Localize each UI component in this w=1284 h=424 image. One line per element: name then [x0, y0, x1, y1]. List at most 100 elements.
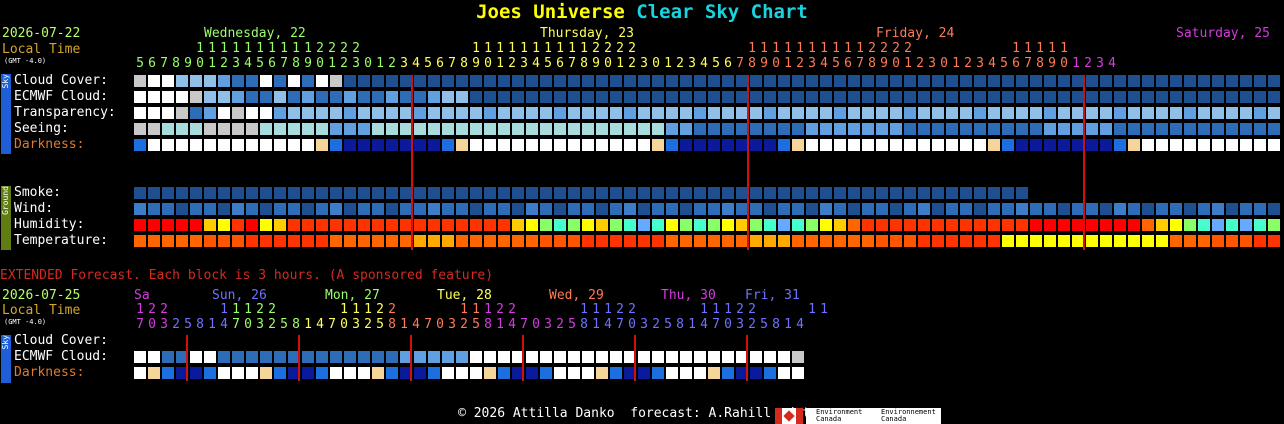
- forecast-cell: [540, 367, 552, 379]
- forecast-cell: [750, 123, 762, 135]
- forecast-cell: [960, 235, 972, 247]
- forecast-cell: [274, 187, 286, 199]
- forecast-cell: [582, 139, 594, 151]
- forecast-cell: [456, 75, 468, 87]
- forecast-cell: [932, 123, 944, 135]
- forecast-cell: [484, 107, 496, 119]
- forecast-cell: [792, 123, 804, 135]
- forecast-cell: [1254, 219, 1266, 231]
- forecast-cell: [1268, 203, 1280, 215]
- forecast-cell: [148, 203, 160, 215]
- forecast-cell: [582, 75, 594, 87]
- forecast-cell: [722, 203, 734, 215]
- forecast-cell: [1170, 107, 1182, 119]
- forecast-cell: [526, 187, 538, 199]
- forecast-cell: [904, 91, 916, 103]
- forecast-cell: [288, 107, 300, 119]
- forecast-cell: [372, 203, 384, 215]
- forecast-cell: [330, 351, 342, 363]
- forecast-cell: [316, 139, 328, 151]
- forecast-cell: [316, 351, 328, 363]
- forecast-cell: [1254, 91, 1266, 103]
- forecast-cell: [190, 91, 202, 103]
- forecast-cell: [1044, 219, 1056, 231]
- forecast-cell: [358, 351, 370, 363]
- forecast-cell: [988, 219, 1000, 231]
- forecast-cell: [1254, 75, 1266, 87]
- forecast-cell: [1240, 75, 1252, 87]
- forecast-cell: [470, 203, 482, 215]
- forecast-cell: [1268, 235, 1280, 247]
- hour-tens-row: 11111111112222 11111111112222 1111111111…: [196, 41, 1068, 56]
- forecast-cell: [722, 91, 734, 103]
- forecast-cell: [680, 367, 692, 379]
- forecast-cell: [344, 187, 356, 199]
- forecast-cell: [1044, 91, 1056, 103]
- forecast-cell: [1086, 107, 1098, 119]
- forecast-cell: [582, 367, 594, 379]
- forecast-cell: [484, 75, 496, 87]
- forecast-cell: [988, 107, 1000, 119]
- forecast-cell: [1128, 219, 1140, 231]
- ext-row-label-cloud-cover: Cloud Cover:: [14, 333, 108, 348]
- forecast-cell: [204, 219, 216, 231]
- forecast-cell: [442, 235, 454, 247]
- forecast-cell: [358, 235, 370, 247]
- forecast-cell: [498, 91, 510, 103]
- forecast-cell: [932, 235, 944, 247]
- forecast-cell: [1268, 75, 1280, 87]
- forecast-cell: [876, 235, 888, 247]
- forecast-cell: [918, 75, 930, 87]
- forecast-cell: [1044, 75, 1056, 87]
- forecast-cell: [218, 219, 230, 231]
- forecast-cell: [456, 187, 468, 199]
- local-time-label: Local Time: [2, 42, 81, 57]
- forecast-cell: [750, 107, 762, 119]
- forecast-cell: [540, 75, 552, 87]
- forecast-cell: [1114, 75, 1126, 87]
- forecast-cell: [134, 235, 146, 247]
- ext-day-wed: Wed, 29: [549, 288, 604, 303]
- forecast-cell: [512, 235, 524, 247]
- forecast-cell: [428, 75, 440, 87]
- environment-canada-logo[interactable]: Environment Canada Environnement Canada: [806, 408, 941, 424]
- forecast-cell: [218, 91, 230, 103]
- forecast-cell: [582, 123, 594, 135]
- forecast-cell: [512, 139, 524, 151]
- forecast-cell: [960, 187, 972, 199]
- day-divider: [1083, 75, 1085, 250]
- forecast-cell: [162, 235, 174, 247]
- forecast-cell: [274, 139, 286, 151]
- forecast-cell: [148, 75, 160, 87]
- forecast-cell: [1142, 91, 1154, 103]
- forecast-cell: [722, 219, 734, 231]
- forecast-cell: [610, 107, 622, 119]
- forecast-cell: [302, 123, 314, 135]
- forecast-cell: [204, 139, 216, 151]
- forecast-cell: [974, 107, 986, 119]
- forecast-cell: [722, 367, 734, 379]
- title-part2: Clear Sky Chart: [636, 1, 808, 23]
- forecast-cell: [1100, 235, 1112, 247]
- forecast-cell: [1198, 107, 1210, 119]
- extended-gmt-offset: (GMT -4.0): [4, 318, 47, 326]
- forecast-cell: [1226, 139, 1238, 151]
- forecast-cell: [540, 139, 552, 151]
- forecast-cell: [974, 123, 986, 135]
- forecast-cell: [288, 235, 300, 247]
- forecast-cell: [610, 351, 622, 363]
- forecast-cell: [1002, 123, 1014, 135]
- forecast-cell: [246, 219, 258, 231]
- forecast-cell: [960, 91, 972, 103]
- forecast-cell: [582, 107, 594, 119]
- forecast-cell: [680, 203, 692, 215]
- forecast-cell: [302, 351, 314, 363]
- forecast-cell: [1100, 75, 1112, 87]
- forecast-cell: [456, 91, 468, 103]
- forecast-cell: [848, 139, 860, 151]
- forecast-cell: [540, 219, 552, 231]
- forecast-cell: [330, 107, 342, 119]
- forecast-cell: [792, 203, 804, 215]
- forecast-cell: [456, 139, 468, 151]
- forecast-cell: [946, 123, 958, 135]
